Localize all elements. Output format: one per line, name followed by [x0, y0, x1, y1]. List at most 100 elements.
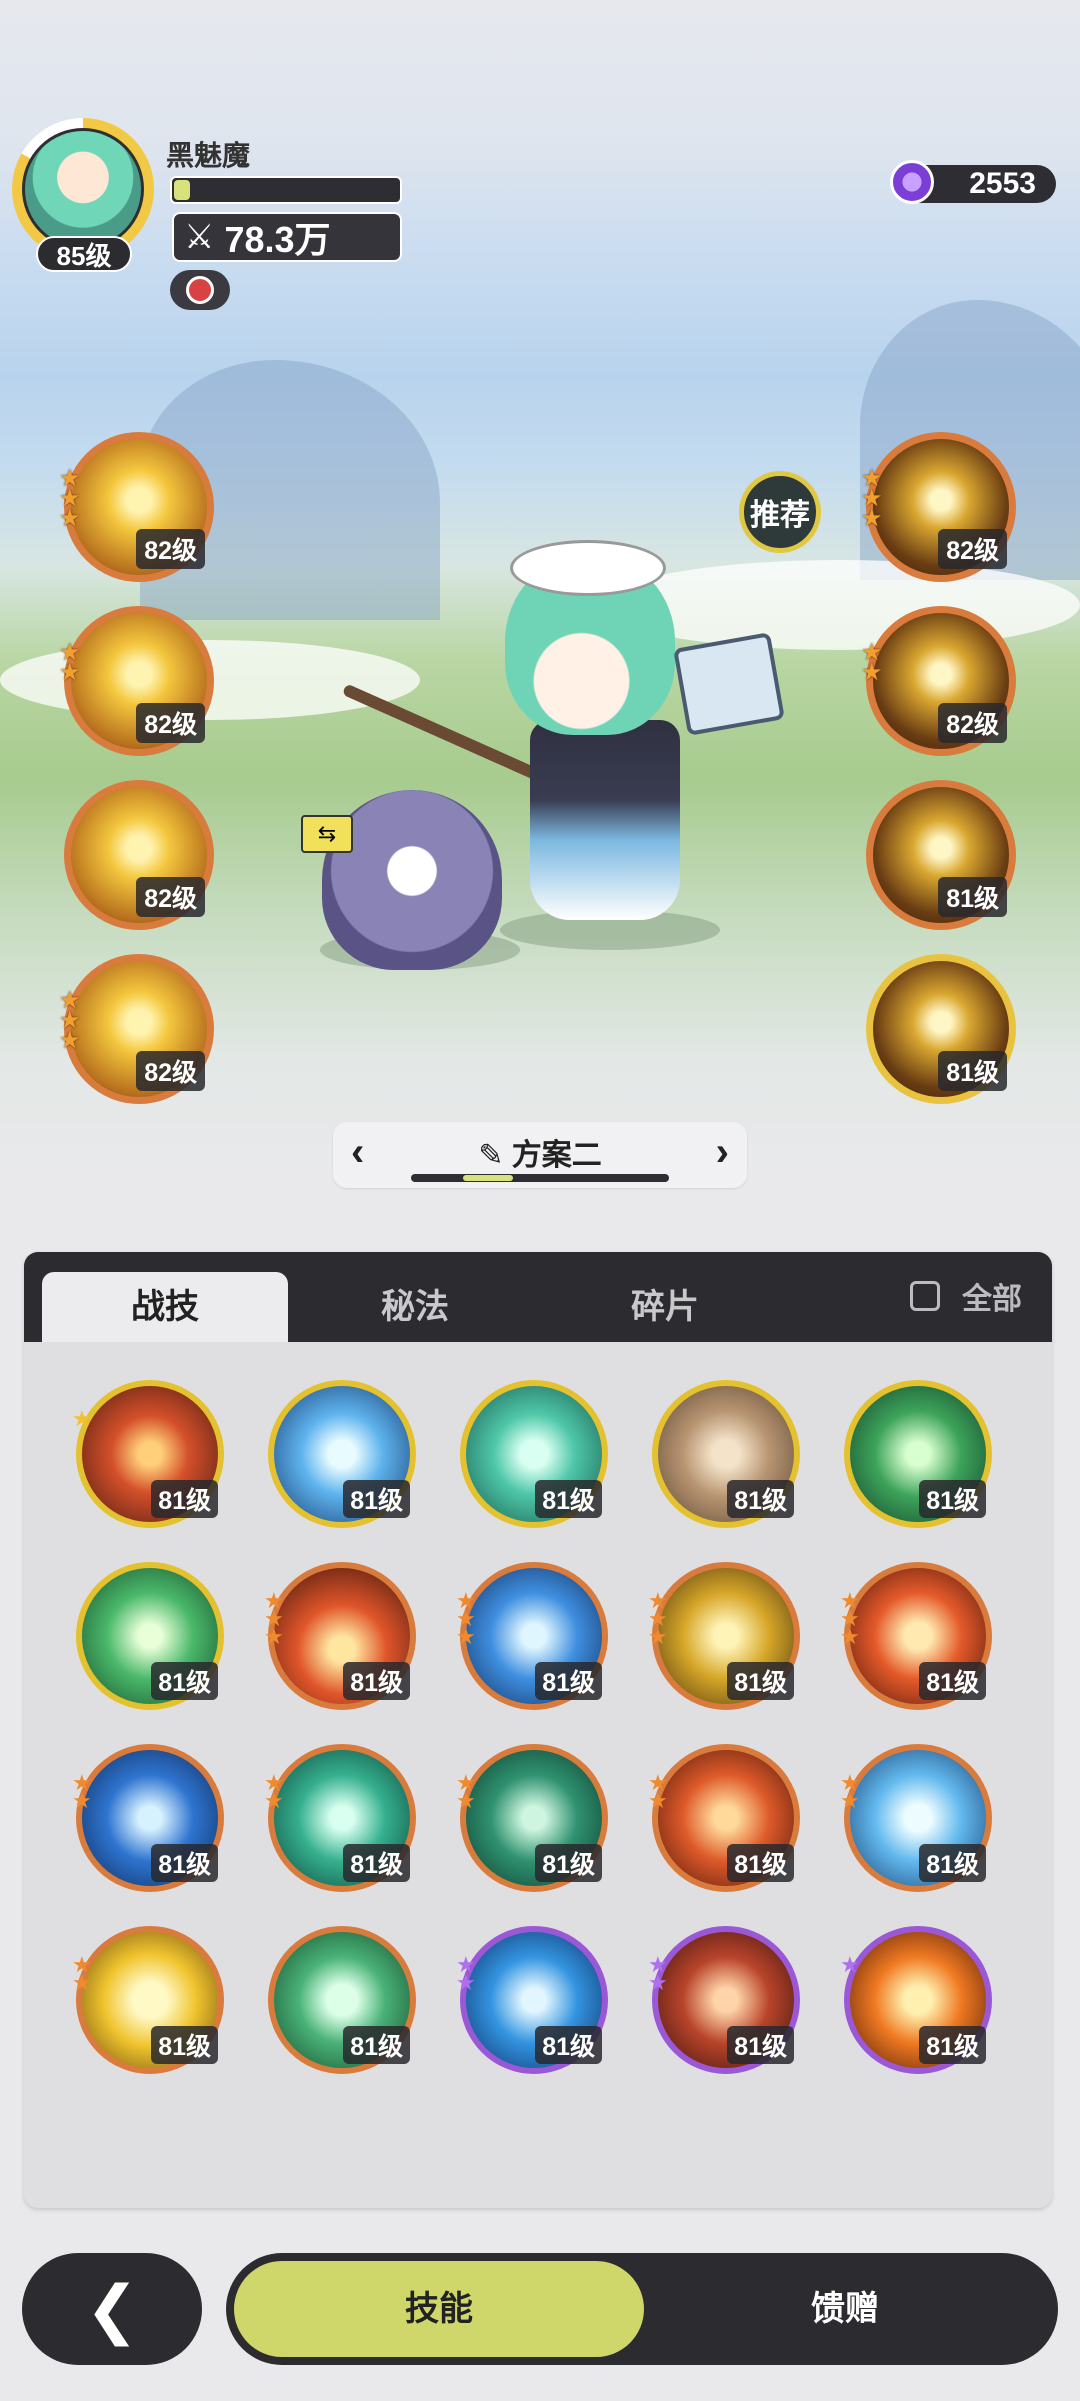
show-all-label: 全部 — [962, 1283, 1022, 1316]
star-rating: ★ ★ — [72, 1954, 92, 1994]
skill-level: 81级 — [727, 1662, 794, 1700]
next-loadout-button[interactable]: › — [716, 1130, 729, 1175]
skill-item[interactable]: 81级 — [268, 1926, 416, 2074]
skill-item[interactable]: ★ 81级 — [840, 1926, 992, 2074]
skill-level: 81级 — [727, 1480, 794, 1518]
star-icon: ★ — [861, 659, 883, 686]
star-rating: ★ ★ ★ — [456, 1590, 476, 1648]
loadout-scroll-track — [411, 1174, 669, 1182]
loadout-selector: ‹ ✎ 方案二 › — [333, 1122, 747, 1188]
equipped-skill-slot[interactable]: ★ ★ 82级 — [861, 606, 1016, 756]
buff-status-icon[interactable] — [170, 270, 230, 310]
skill-item[interactable]: ★ ★ 81级 — [72, 1926, 224, 2074]
purple-gem-icon — [890, 160, 934, 204]
player-level-badge: 85级 — [36, 236, 132, 272]
skill-level: 81级 — [938, 877, 1007, 917]
skill-level: 81级 — [343, 2026, 410, 2064]
skill-item[interactable]: ★ ★ ★ 81级 — [456, 1562, 608, 1710]
skill-item[interactable]: 81级 — [460, 1380, 608, 1528]
skill-level: 81级 — [919, 1480, 986, 1518]
star-rating: ★ ★ — [456, 1772, 476, 1813]
experience-bar — [170, 176, 402, 204]
equipped-skill-slot[interactable]: ★ ★ ★ 82级 — [59, 954, 214, 1104]
skill-level: 81级 — [919, 1844, 986, 1882]
skill-level: 82级 — [136, 529, 205, 569]
star-icon: ★ — [456, 1788, 476, 1813]
skill-level: 81级 — [151, 2026, 218, 2064]
tab-fragments[interactable]: 碎片 — [542, 1272, 788, 1342]
equipped-skill-slot[interactable]: ★ ★ ★ 82级 — [59, 432, 214, 582]
skill-item[interactable]: ★ ★ ★ 81级 — [648, 1562, 800, 1710]
equipped-skill-slot[interactable]: 81级 — [866, 780, 1016, 930]
skill-level: 82级 — [136, 703, 205, 743]
equipped-skill-slot[interactable]: 82级 — [64, 780, 214, 930]
tab-skills[interactable]: 技能 — [234, 2261, 644, 2357]
star-icon: ★ — [840, 1952, 860, 1977]
equipped-skill-slot[interactable]: ★ ★ ★ 82级 — [861, 432, 1016, 582]
star-rating: ★ ★ ★ — [861, 467, 883, 532]
skill-level: 82级 — [938, 529, 1007, 569]
skill-item[interactable]: ★ ★ ★ 81级 — [840, 1562, 992, 1710]
star-rating: ★ ★ ★ — [59, 989, 81, 1053]
skill-item[interactable]: 81级 — [76, 1562, 224, 1710]
skill-item[interactable]: ★ ★ 81级 — [648, 1926, 800, 2074]
tab-gifts[interactable]: 馈赠 — [640, 2261, 1050, 2357]
skill-item[interactable]: ★ ★ ★ 81级 — [264, 1562, 416, 1710]
skill-item[interactable]: 81级 — [268, 1380, 416, 1528]
skill-category-tabs: 战技 秘法 碎片 全部 — [24, 1252, 1052, 1342]
show-all-checkbox[interactable] — [910, 1281, 940, 1311]
skill-level: 81级 — [727, 1844, 794, 1882]
skill-item[interactable]: ★ ★ 81级 — [456, 1744, 608, 1892]
player-name: 黑魅魔 — [166, 140, 251, 171]
experience-bar-fill — [174, 180, 190, 200]
skill-level: 81级 — [151, 1662, 218, 1700]
character-body — [530, 720, 680, 920]
skill-level: 82级 — [136, 877, 205, 917]
skill-item[interactable]: ★ ★ 81级 — [456, 1926, 608, 2074]
tab-combat-skills[interactable]: 战技 — [42, 1272, 288, 1342]
star-icon: ★ — [840, 1788, 860, 1813]
skill-level: 82级 — [136, 1051, 205, 1091]
star-icon: ★ — [648, 1970, 668, 1995]
skill-level: 81级 — [919, 1662, 986, 1700]
skill-item[interactable]: ★ ★ 81级 — [840, 1744, 992, 1892]
star-rating: ★ ★ — [861, 641, 883, 686]
skill-level: 81级 — [727, 2026, 794, 2064]
avatar[interactable] — [22, 128, 144, 250]
skill-item[interactable]: ★ ★ 81级 — [264, 1744, 416, 1892]
skill-item[interactable]: 81级 — [652, 1380, 800, 1528]
skill-level: 82级 — [938, 703, 1007, 743]
star-icon: ★ — [264, 1624, 284, 1649]
star-icon: ★ — [648, 1624, 668, 1649]
skill-item[interactable]: 81级 — [844, 1380, 992, 1528]
loadout-name[interactable]: ✎ 方案二 — [333, 1130, 747, 1174]
star-icon: ★ — [72, 1788, 92, 1813]
bottom-navigation: 技能 馈赠 — [226, 2253, 1058, 2365]
star-icon: ★ — [840, 1624, 860, 1649]
equipped-skill-slot[interactable]: ★ ★ 82级 — [59, 606, 214, 756]
star-rating: ★ ★ — [648, 1954, 668, 1995]
star-rating: ★ ★ — [648, 1772, 668, 1812]
skill-item[interactable]: ★ ★ 81级 — [72, 1744, 224, 1892]
star-icon: ★ — [861, 505, 883, 532]
skill-level: 81级 — [919, 2026, 986, 2064]
skill-item[interactable]: ★ 81级 — [72, 1380, 224, 1528]
star-rating: ★ ★ ★ — [59, 467, 81, 531]
show-all-toggle[interactable]: 全部 — [910, 1274, 1022, 1318]
maid-headdress — [510, 540, 666, 596]
tab-secret-arts[interactable]: 秘法 — [292, 1272, 538, 1342]
star-rating: ★ ★ — [840, 1772, 860, 1813]
back-button[interactable]: ❮ — [22, 2253, 202, 2365]
equipped-skill-slot[interactable]: 81级 — [866, 954, 1016, 1104]
star-icon: ★ — [456, 1970, 476, 1995]
crossed-swords-icon: ⚔ — [184, 218, 215, 256]
swap-pet-icon[interactable]: ⇆ — [301, 815, 353, 853]
skill-item[interactable]: ★ ★ 81级 — [648, 1744, 800, 1892]
recommend-button[interactable]: 推荐 — [739, 471, 821, 553]
loadout-name-text: 方案二 — [511, 1139, 602, 1172]
star-icon: ★ — [59, 659, 81, 686]
loadout-scroll-thumb — [463, 1175, 513, 1181]
star-rating: ★ ★ — [72, 1772, 92, 1813]
combat-power: ⚔ 78.3万 — [172, 212, 402, 262]
star-rating: ★ ★ — [59, 641, 81, 686]
